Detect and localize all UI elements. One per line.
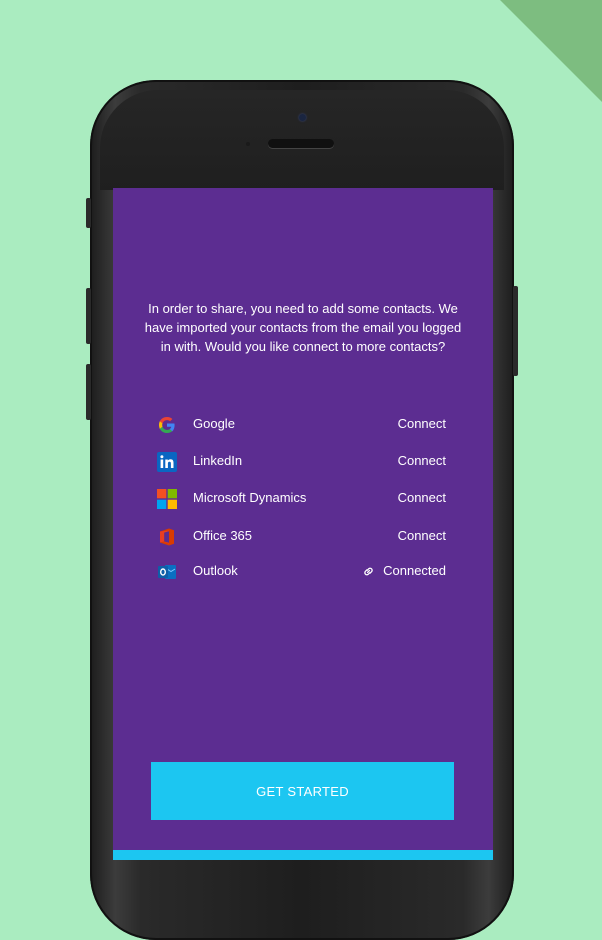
- mute-switch: [86, 198, 91, 228]
- provider-row-microsoft-dynamics: Microsoft Dynamics Connect: [155, 487, 446, 509]
- office-365-connect-button[interactable]: Connect: [398, 528, 446, 543]
- google-connect-button[interactable]: Connect: [398, 416, 446, 431]
- connected-label: Connected: [383, 563, 446, 578]
- provider-list: Google Connect LinkedIn Connect Microsof…: [155, 413, 446, 579]
- provider-row-office-365: Office 365 Connect: [155, 525, 446, 547]
- provider-name: Outlook: [193, 563, 238, 578]
- provider-name: Microsoft Dynamics: [193, 490, 307, 505]
- linkedin-icon: [157, 452, 177, 472]
- volume-up-button: [86, 288, 91, 344]
- outlook-icon: [158, 565, 176, 579]
- provider-name: Office 365: [193, 528, 253, 543]
- front-camera: [299, 114, 306, 121]
- provider-name: Google: [193, 416, 235, 431]
- provider-row-outlook: Outlook Connected: [155, 560, 446, 582]
- provider-row-google: Google Connect: [155, 413, 446, 435]
- bottom-accent-bar: [113, 850, 493, 860]
- proximity-sensor: [246, 142, 250, 146]
- linkedin-connect-button[interactable]: Connect: [398, 453, 446, 468]
- get-started-button[interactable]: GET STARTED: [151, 762, 454, 820]
- microsoft-dynamics-icon: [157, 489, 177, 509]
- power-button: [513, 286, 518, 376]
- provider-name: LinkedIn: [193, 453, 243, 468]
- microsoft-dynamics-connect-button[interactable]: Connect: [398, 490, 446, 505]
- intro-text: In order to share, you need to add some …: [144, 301, 462, 354]
- volume-down-button: [86, 364, 91, 420]
- office-365-icon: [160, 528, 174, 546]
- outlook-connected-status[interactable]: Connected: [362, 563, 446, 578]
- provider-row-linkedin: LinkedIn Connect: [155, 450, 446, 472]
- google-icon: [159, 417, 175, 433]
- app-screen: In order to share, you need to add some …: [113, 188, 493, 860]
- link-icon: [364, 567, 373, 576]
- earpiece-speaker: [268, 139, 334, 148]
